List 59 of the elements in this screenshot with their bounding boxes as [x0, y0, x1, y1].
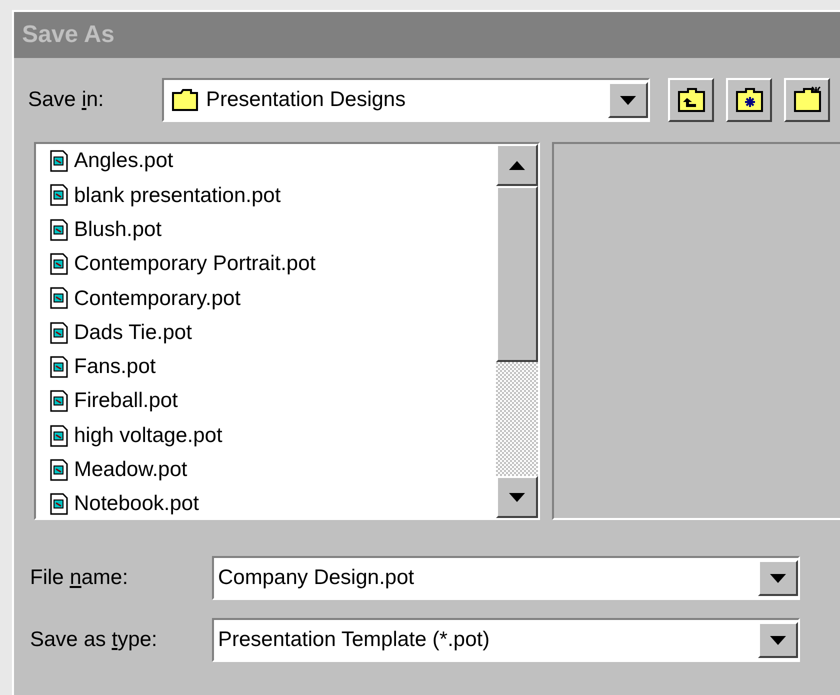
file-name: Dads Tie.pot [74, 320, 192, 346]
toolbar-button[interactable] [668, 78, 714, 122]
folder-icon [172, 89, 198, 111]
template-file-icon [50, 322, 68, 344]
save-in-dropdown[interactable]: Presentation Designs [162, 78, 650, 122]
file-item[interactable]: Notebook.pot [50, 486, 496, 518]
file-item[interactable]: Fireball.pot [50, 384, 496, 418]
template-file-icon [50, 493, 68, 516]
scrollbar[interactable] [496, 144, 538, 518]
save-as-type-dropdown[interactable]: Presentation Template (*.pot) [212, 618, 800, 662]
template-file-icon [50, 287, 68, 310]
file-name: high voltage.pot [74, 422, 222, 449]
toolbar-button[interactable] [784, 78, 830, 122]
file-item[interactable]: Fans.pot [50, 350, 496, 384]
file-item[interactable]: Dads Tie.pot [50, 315, 496, 350]
caret-icon [770, 636, 786, 644]
caret-icon [509, 160, 525, 170]
save-as-type-label: Save as type: [30, 628, 158, 652]
scroll-down-button[interactable] [496, 476, 538, 518]
file-name: Contemporary Portrait.pot [74, 251, 316, 278]
file-name: Meadow.pot [74, 457, 188, 484]
file-name-label: File name: [30, 566, 128, 590]
dropdown-button[interactable] [758, 560, 798, 596]
caret-icon [509, 492, 525, 502]
template-file-icon [50, 150, 68, 172]
template-file-icon [50, 218, 68, 241]
file-name-field[interactable]: Company Design.pot [212, 556, 800, 600]
dropdown-button[interactable] [758, 622, 798, 658]
template-file-icon [50, 458, 68, 481]
file-item[interactable]: Blush.pot [50, 212, 496, 247]
template-file-icon [50, 424, 68, 447]
file-item[interactable]: Contemporary Portrait.pot [50, 246, 496, 282]
template-file-icon [50, 184, 68, 206]
save-in-label: Save in: [28, 88, 104, 112]
file-item[interactable]: Angles.pot [50, 144, 496, 178]
file-item[interactable]: high voltage.pot [50, 418, 496, 453]
folder-up-icon [676, 86, 706, 114]
file-name: Contemporary.pot [74, 286, 241, 312]
template-file-icon [50, 390, 68, 412]
folder-sparkle-icon [792, 86, 822, 114]
file-item[interactable]: blank presentation.pot [50, 178, 496, 213]
file-item[interactable]: Contemporary.pot [50, 281, 496, 316]
scroll-up-button[interactable] [496, 144, 538, 186]
file-name: blank presentation.pot [74, 182, 281, 209]
scroll-thumb[interactable] [496, 186, 538, 362]
file-name: Angles.pot [74, 148, 174, 174]
folder-star-icon [734, 86, 764, 114]
file-name: Blush.pot [74, 216, 162, 243]
template-file-icon [50, 253, 68, 276]
template-file-icon [50, 356, 68, 378]
toolbar-button[interactable] [726, 78, 772, 122]
file-name: Notebook.pot [74, 491, 199, 518]
caret-icon [620, 96, 636, 104]
file-name: Fans.pot [74, 354, 156, 380]
dropdown-button[interactable] [608, 82, 648, 118]
file-item[interactable]: Meadow.pot [50, 452, 496, 487]
file-name: Fireball.pot [74, 388, 178, 414]
window-title: Save As [22, 20, 115, 50]
caret-icon [770, 574, 786, 582]
